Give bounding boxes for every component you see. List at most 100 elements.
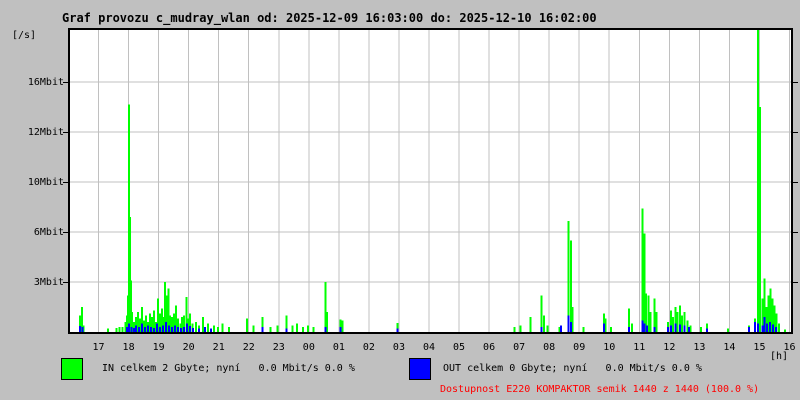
in-traffic-bar: [107, 328, 110, 332]
in-traffic-bar: [295, 323, 298, 332]
out-traffic-bar: [772, 324, 774, 332]
y-axis-label: 3Mbit: [33, 277, 64, 288]
in-traffic-bar: [252, 325, 255, 332]
x-axis-label: 08: [543, 342, 556, 353]
out-traffic-bar: [627, 327, 630, 332]
in-traffic-bar: [307, 325, 310, 332]
out-traffic-bar: [761, 325, 764, 332]
out-traffic-bar: [192, 327, 195, 332]
legend-in-label: IN celkem 2 Gbyte; nyní 0.0 Mbit/s 0.0 %: [102, 363, 355, 374]
out-traffic-bar: [78, 326, 81, 332]
out-traffic-bar: [705, 328, 708, 332]
in-traffic-bar: [643, 233, 646, 332]
in-traffic-bar: [341, 320, 344, 332]
x-axis-label: 22: [242, 342, 255, 353]
in-traffic-bar: [757, 30, 759, 332]
out-traffic-bar: [602, 323, 605, 332]
out-traffic-bar: [153, 327, 156, 332]
in-traffic-bar: [726, 328, 729, 332]
out-traffic-bar: [645, 325, 648, 332]
in-traffic-bar: [546, 325, 549, 332]
out-traffic-bar: [147, 325, 150, 332]
x-axis-label: 04: [422, 342, 435, 353]
out-traffic-bar: [766, 323, 768, 332]
x-axis-label: 12: [663, 342, 676, 353]
in-traffic-bar: [676, 312, 679, 332]
out-traffic-bar: [168, 325, 171, 332]
in-traffic-bar: [513, 327, 516, 332]
x-axis-label: 15: [753, 342, 766, 353]
out-traffic-bar: [324, 327, 327, 332]
out-traffic-bar: [138, 327, 141, 332]
out-traffic-bar: [162, 325, 165, 332]
in-traffic-bar: [301, 327, 304, 332]
out-traffic-bar: [159, 327, 162, 332]
out-traffic-bar: [747, 327, 750, 332]
in-traffic-bar: [195, 322, 198, 332]
out-traffic-bar: [198, 328, 201, 332]
y-axis-tickmark: [63, 182, 68, 183]
out-traffic-bar: [669, 325, 672, 332]
out-traffic-bar: [687, 327, 690, 332]
x-axis-label: 00: [302, 342, 315, 353]
y-axis-label: 12Mbit: [27, 127, 64, 138]
out-traffic-bar: [210, 328, 213, 332]
x-axis-label: 20: [182, 342, 195, 353]
out-traffic-bar: [171, 327, 174, 332]
availability-status-text: Dostupnost E220 KOMPAKTOR semik 1440 z 1…: [440, 384, 760, 395]
in-traffic-bar: [655, 312, 658, 332]
y-axis-tickmark: [793, 282, 798, 283]
out-traffic-bar: [560, 325, 563, 332]
out-traffic-bar: [567, 315, 570, 332]
x-axis-label: 06: [483, 342, 496, 353]
x-axis-label: 03: [392, 342, 405, 353]
in-traffic-bar: [221, 323, 224, 332]
out-traffic-bar: [189, 326, 192, 332]
out-traffic-bar: [674, 323, 677, 332]
y-axis-tickmark: [63, 282, 68, 283]
x-axis-label: 19: [152, 342, 165, 353]
y-axis-tickmark: [793, 132, 798, 133]
out-traffic-bar: [150, 327, 153, 332]
y-axis-tickmark: [63, 82, 68, 83]
y-axis-tickmark: [793, 182, 798, 183]
x-axis-label: 07: [513, 342, 526, 353]
out-traffic-bar: [775, 327, 777, 332]
x-axis-label: 17: [92, 342, 105, 353]
out-traffic-bar: [540, 327, 543, 332]
traffic-graph-plot-area: [68, 28, 793, 334]
out-traffic-bar: [339, 327, 342, 332]
out-traffic-bar: [135, 325, 138, 332]
in-traffic-bar: [529, 317, 532, 332]
chart-title: Graf provozu c_mudray_wlan od: 2025-12-0…: [62, 11, 597, 25]
in-traffic-bar: [540, 295, 543, 332]
out-traffic-bar: [285, 328, 288, 332]
y-axis-label: 6Mbit: [33, 227, 64, 238]
in-traffic-bar: [118, 327, 121, 332]
in-traffic-bar: [213, 325, 216, 332]
x-axis-label: 05: [453, 342, 466, 353]
x-axis-label: 02: [362, 342, 375, 353]
out-traffic-bar: [666, 327, 669, 332]
x-axis-label: 18: [122, 342, 135, 353]
traffic-graph-svg: [70, 30, 791, 332]
in-traffic-bar: [121, 327, 124, 332]
in-traffic-bar: [699, 327, 702, 332]
in-traffic-bar: [217, 327, 220, 332]
in-traffic-bar: [519, 325, 522, 332]
out-traffic-bar: [641, 320, 644, 332]
y-axis-tickmark: [793, 82, 798, 83]
out-traffic-bar: [643, 323, 646, 332]
in-traffic-bar: [207, 323, 210, 332]
in-traffic-bar: [681, 315, 684, 332]
legend-out-label: OUT celkem 0 Gbyte; nyní 0.0 Mbit/s 0.0 …: [443, 363, 702, 374]
in-traffic-bar: [672, 317, 675, 332]
in-traffic-bar: [246, 318, 249, 332]
x-axis-label: 09: [573, 342, 586, 353]
out-traffic-bar: [754, 322, 756, 332]
out-traffic-bar: [186, 323, 189, 332]
out-traffic-bar: [141, 323, 144, 332]
y-axis-tickmark: [63, 232, 68, 233]
x-axis-label: 23: [272, 342, 285, 353]
legend-in-color-swatch: [61, 358, 83, 380]
